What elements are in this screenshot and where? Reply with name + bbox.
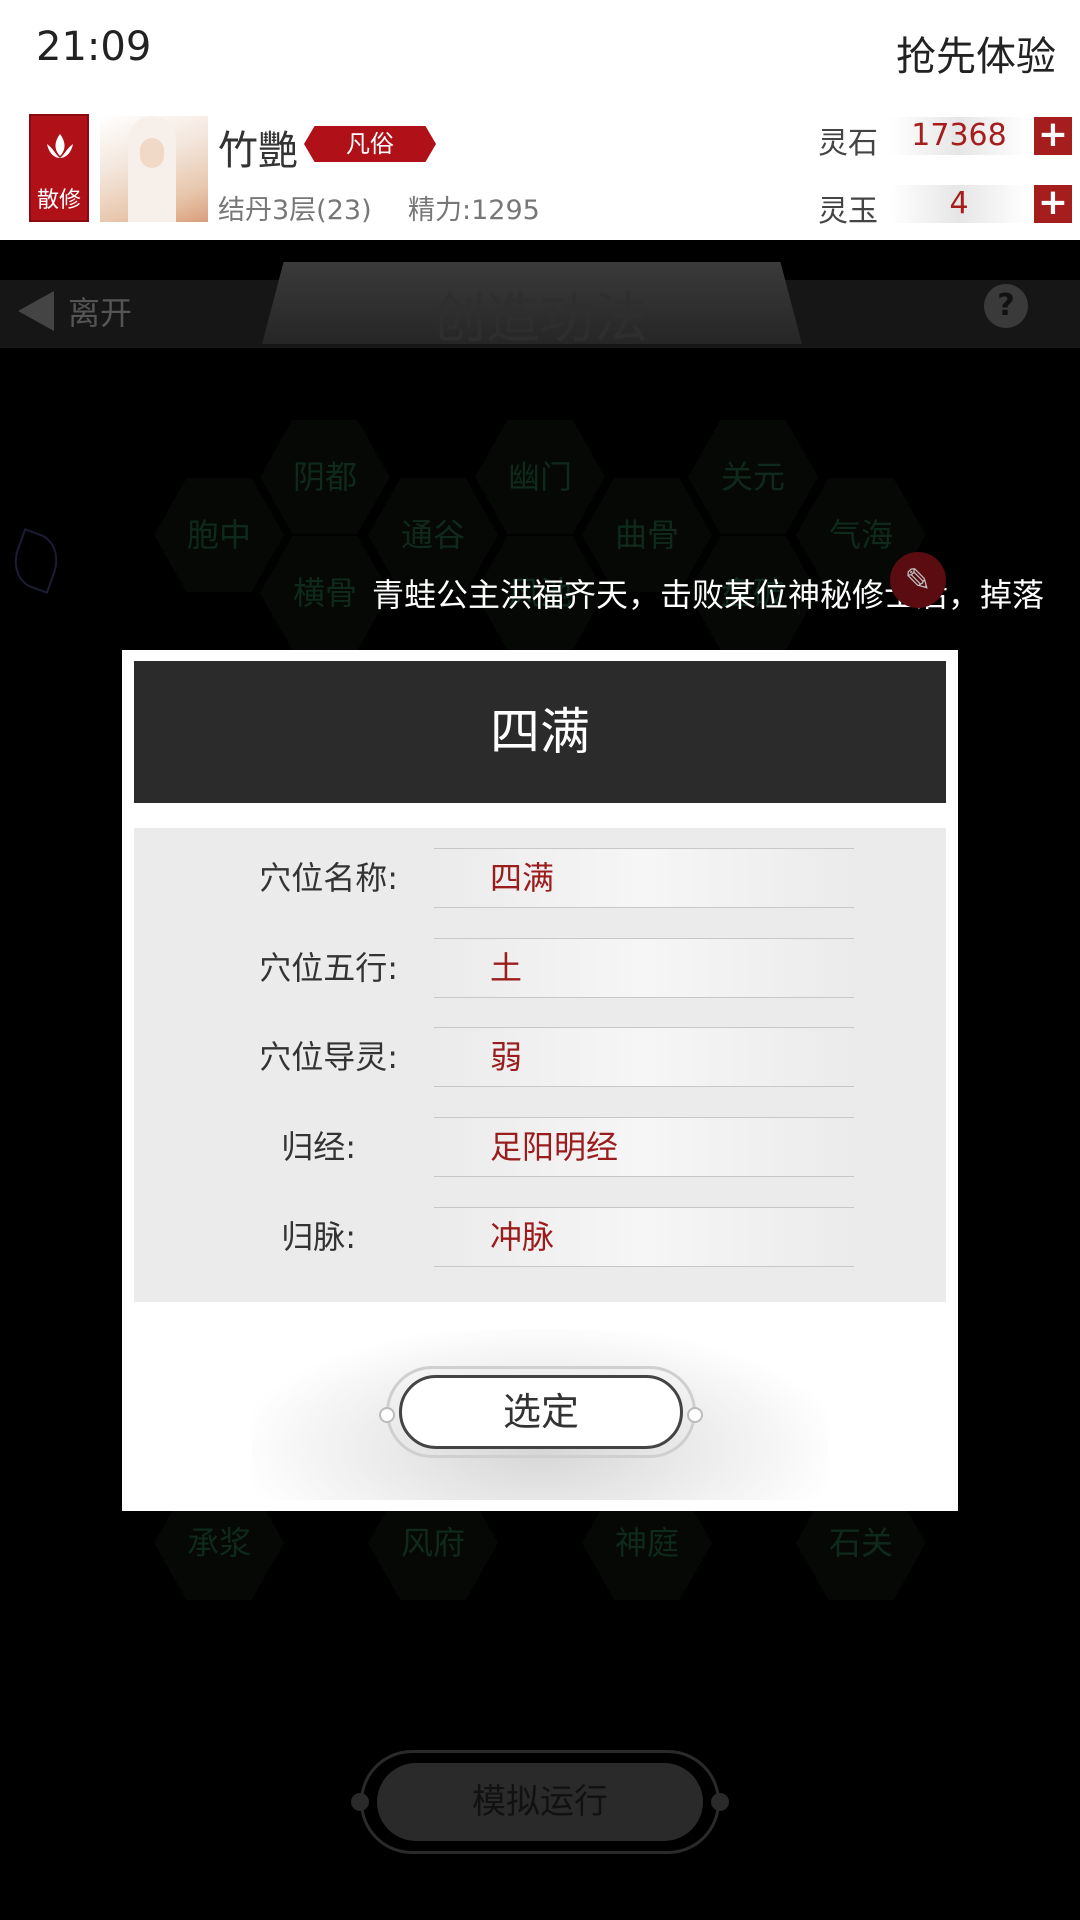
rank-tag: 凡俗: [304, 126, 436, 162]
lotus-icon: [47, 134, 73, 158]
detail-label: 穴位名称:: [259, 859, 398, 897]
dialog-title: 四满: [134, 661, 946, 803]
detail-row: 穴位导灵: 弱: [134, 1027, 946, 1087]
player-name: 竹艷: [218, 128, 298, 174]
select-confirm-button[interactable]: 选定: [399, 1375, 683, 1449]
add-spirit-jade-button[interactable]: +: [1034, 185, 1072, 223]
avatar[interactable]: [100, 116, 208, 222]
detail-row: 穴位名称: 四满: [134, 848, 946, 908]
acupoint[interactable]: 阴都: [260, 420, 390, 534]
detail-value: 土: [490, 949, 523, 987]
simulate-button-frame: 模拟运行: [351, 1750, 729, 1854]
detail-value: 四满: [490, 859, 555, 897]
acupoint-details: 穴位名称: 四满 穴位五行: 土 穴位导灵: 弱 归经: 足阳明经 归脉: 冲脉: [134, 828, 946, 1302]
detail-value: 弱: [490, 1038, 523, 1076]
acupoint-info-dialog: 四满 穴位名称: 四满 穴位五行: 土 穴位导灵: 弱 归经: 足阳明经 归脉:…: [122, 650, 958, 1511]
early-access-label[interactable]: 抢先体验: [896, 24, 1056, 82]
acupoint[interactable]: 胞中: [154, 478, 284, 592]
add-spirit-stone-button[interactable]: +: [1034, 117, 1072, 155]
clock: 21:09: [36, 24, 152, 70]
simulate-run-button[interactable]: 模拟运行: [377, 1763, 703, 1841]
detail-row: 穴位五行: 土: [134, 938, 946, 998]
leaf-icon[interactable]: [6, 528, 66, 594]
detail-value: 足阳明经: [490, 1128, 619, 1166]
detail-label: 穴位导灵:: [259, 1038, 398, 1076]
acupoint[interactable]: 幽门: [475, 420, 605, 534]
detail-value: 冲脉: [490, 1218, 555, 1256]
sect-badge[interactable]: 散修: [29, 114, 89, 222]
detail-label: 归脉:: [281, 1218, 356, 1256]
detail-label: 归经:: [281, 1128, 356, 1166]
spirit-jade-label: 灵玉: [818, 194, 878, 229]
status-bar: 21:09 抢先体验: [0, 0, 1080, 100]
page-title: 创造功法: [432, 287, 648, 350]
player-bar: 散修 竹艷 凡俗 结丹3层(23) 精力:1295 灵石 17368 + 灵玉 …: [0, 100, 1080, 240]
detail-row: 归经: 足阳明经: [134, 1117, 946, 1177]
energy-stat: 精力:1295: [408, 195, 540, 226]
feather-icon[interactable]: ✎: [890, 552, 946, 608]
spirit-stone-value: 17368: [890, 117, 1028, 155]
detail-row: 归脉: 冲脉: [134, 1207, 946, 1267]
acupoint[interactable]: 关元: [688, 420, 818, 534]
spirit-stone-label: 灵石: [818, 126, 878, 161]
detail-label: 穴位五行:: [259, 949, 398, 987]
spirit-jade-value: 4: [890, 185, 1028, 223]
cultivation-realm: 结丹3层(23): [218, 195, 372, 226]
acupoint[interactable]: 横骨: [260, 536, 390, 650]
help-icon[interactable]: ?: [984, 284, 1028, 328]
sect-label: 散修: [36, 188, 81, 213]
confirm-button-frame: 选定: [379, 1366, 703, 1458]
